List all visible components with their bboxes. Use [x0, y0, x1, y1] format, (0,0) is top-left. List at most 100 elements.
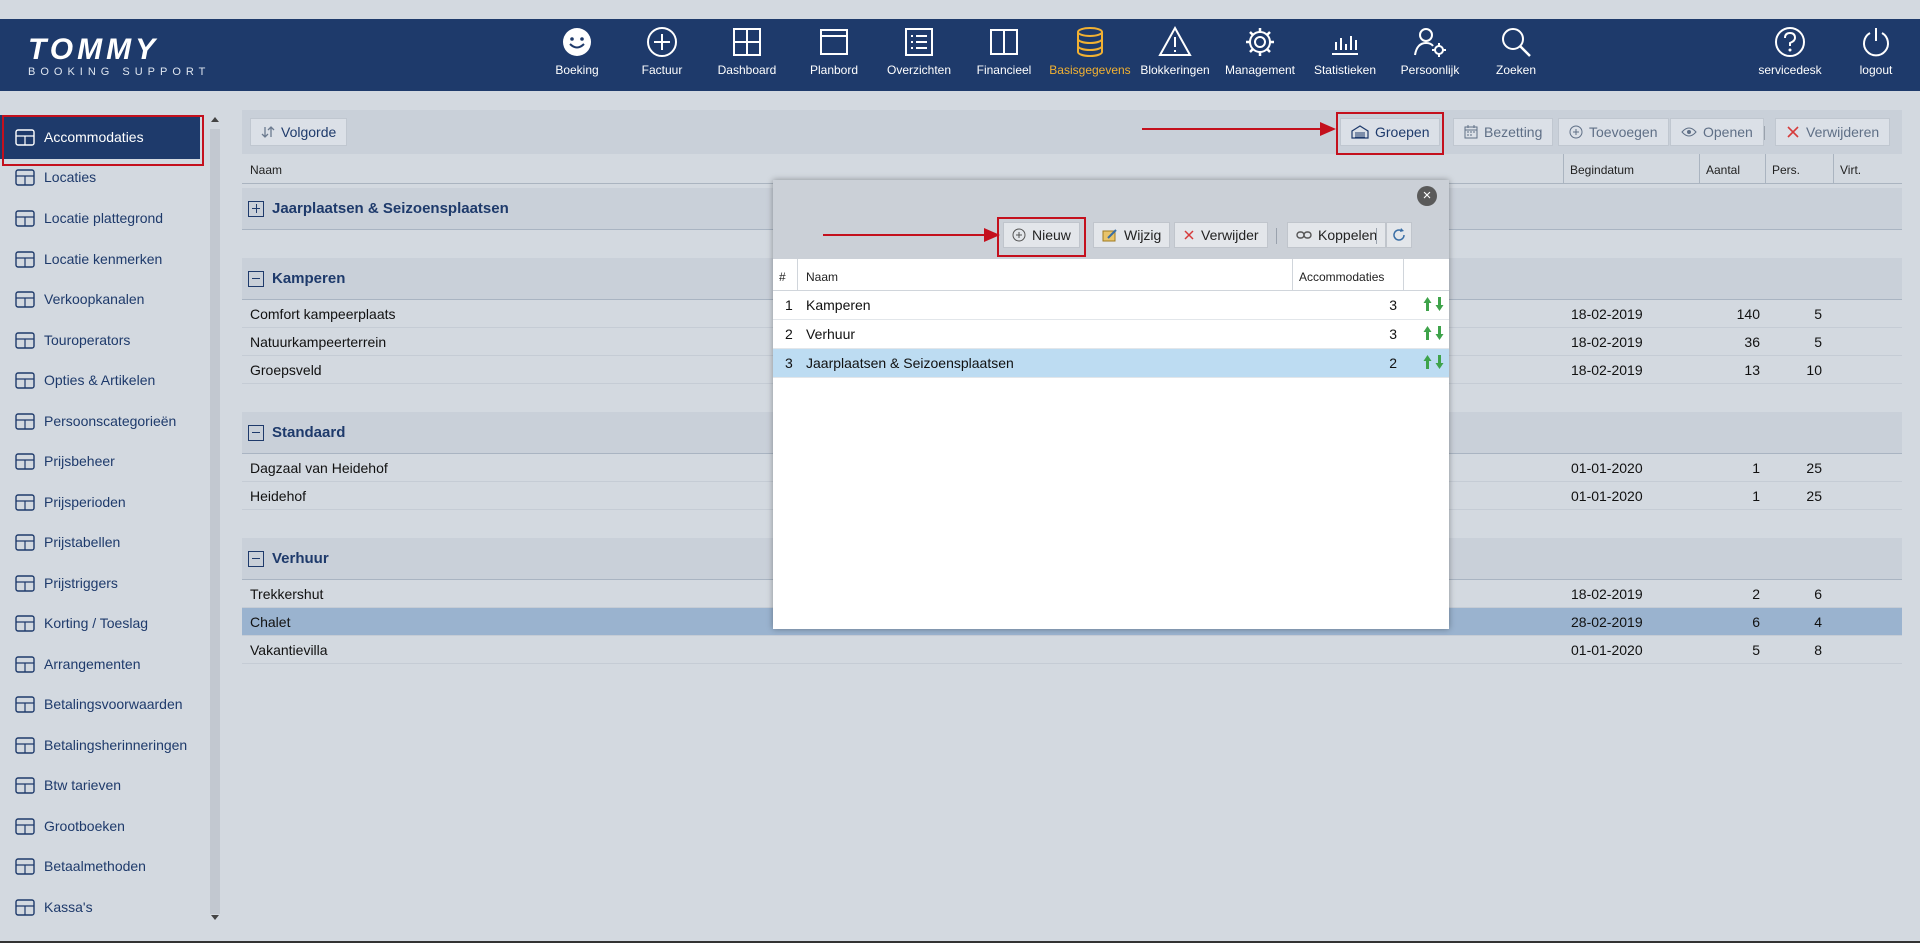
register-icon	[10, 896, 40, 918]
remove-button[interactable]: Verwijder	[1174, 222, 1268, 248]
groups-button[interactable]: Groepen	[1340, 118, 1441, 146]
sidebar-item-locatie-kenmerken[interactable]: Locatie kenmerken	[0, 239, 200, 279]
close-icon[interactable]: ×	[1417, 186, 1437, 206]
nav-boeking[interactable]: Boeking	[535, 19, 619, 91]
arrow-up-icon[interactable]	[1423, 354, 1432, 370]
location-info-icon	[10, 248, 40, 270]
sidebar-item-betalingsherinneringen[interactable]: Betalingsherinneringen	[0, 725, 200, 765]
logo[interactable]: TOMMY BOOKING SUPPORT	[28, 35, 210, 79]
sidebar-item-label: Prijsperioden	[44, 494, 126, 510]
edit-button[interactable]: Wijzig	[1093, 222, 1171, 248]
scroll-up-icon[interactable]	[208, 113, 222, 125]
col-separator	[797, 259, 798, 291]
nav-label: servicedesk	[1758, 63, 1822, 77]
nav-planbord[interactable]: Planbord	[792, 19, 876, 91]
groups-label: Groepen	[1375, 124, 1430, 140]
open-button[interactable]: Openen	[1670, 118, 1764, 146]
groups-dialog: × Nieuw Wijzig Verwijder Koppelen # Naam…	[773, 180, 1449, 629]
sidebar-item-locaties[interactable]: Locaties	[0, 157, 200, 197]
sidebar-item-prijstabellen[interactable]: Prijstabellen	[0, 522, 200, 562]
sidebar-item-locatie-plattegrond[interactable]: Locatie plattegrond	[0, 198, 200, 238]
smiley-icon	[535, 25, 619, 59]
board-icon	[792, 25, 876, 59]
nav-overzichten[interactable]: Overzichten	[877, 19, 961, 91]
sidebar-item-korting-toeslag[interactable]: Korting / Toeslag	[0, 603, 200, 643]
sidebar-item-label: Verkoopkanalen	[44, 291, 145, 307]
sidebar-scroll-thumb[interactable]	[210, 129, 220, 914]
arrow-down-icon[interactable]	[1435, 354, 1444, 370]
sort-button[interactable]: Volgorde	[250, 118, 348, 146]
refresh-button[interactable]	[1386, 222, 1412, 248]
arrow-up-icon[interactable]	[1423, 325, 1432, 341]
nav-blokkeringen[interactable]: Blokkeringen	[1133, 19, 1217, 91]
nav-financieel[interactable]: Financieel	[962, 19, 1046, 91]
occupancy-button[interactable]: Bezetting	[1453, 118, 1554, 146]
arrow-down-icon[interactable]	[1435, 296, 1444, 312]
nav-logout[interactable]: logout	[1834, 19, 1918, 91]
sidebar-item-verkoopkanalen[interactable]: Verkoopkanalen	[0, 279, 200, 319]
dialog-toolbar: × Nieuw Wijzig Verwijder Koppelen	[773, 180, 1449, 259]
nav-zoeken[interactable]: Zoeken	[1474, 19, 1558, 91]
sidebar-item-betalingsvoorwaarden[interactable]: Betalingsvoorwaarden	[0, 684, 200, 724]
dialog-row-selected[interactable]: 3 Jaarplaatsen & Seizoensplaatsen 2	[773, 349, 1449, 378]
sidebar-item-label: Opties & Artikelen	[44, 372, 156, 388]
sidebar-item-btw-tarieven[interactable]: Btw tarieven	[0, 765, 200, 805]
col-begindatum[interactable]: Begindatum	[1570, 163, 1634, 177]
row-name: Heidehof	[250, 488, 307, 504]
close-icon	[1787, 126, 1799, 138]
remove-label: Verwijder	[1201, 227, 1259, 243]
dialog-row[interactable]: 2 Verhuur 3	[773, 320, 1449, 349]
sidebar-item-opties-artikelen[interactable]: Opties & Artikelen	[0, 360, 200, 400]
sidebar-item-arrangementen[interactable]: Arrangementen	[0, 644, 200, 684]
col-pers[interactable]: Pers.	[1772, 163, 1800, 177]
collapse-icon[interactable]	[248, 424, 264, 441]
sidebar-item-prijsperioden[interactable]: Prijsperioden	[0, 482, 200, 522]
nav-persoonlijk[interactable]: Persoonlijk	[1388, 19, 1472, 91]
collapse-icon[interactable]	[248, 550, 264, 567]
plus-circle-icon	[1012, 228, 1026, 242]
col-aantal[interactable]: Aantal	[1706, 163, 1740, 177]
add-button[interactable]: Toevoegen	[1558, 118, 1669, 146]
sidebar-scrollbar[interactable]	[208, 111, 222, 925]
dialog-row[interactable]: 1 Kamperen 3	[773, 291, 1449, 320]
col-accommodaties[interactable]: Accommodaties	[1299, 270, 1384, 284]
col-number[interactable]: #	[779, 270, 786, 284]
nav-factuur[interactable]: Factuur	[620, 19, 704, 91]
collapse-icon[interactable]	[248, 270, 264, 287]
sidebar-item-touroperators[interactable]: Touroperators	[0, 320, 200, 360]
sidebar-item-prijsbeheer[interactable]: Prijsbeheer	[0, 441, 200, 481]
expand-icon[interactable]	[248, 200, 264, 217]
nav-label: logout	[1859, 63, 1893, 77]
nav-management[interactable]: Management	[1218, 19, 1302, 91]
col-virt[interactable]: Virt.	[1840, 163, 1861, 177]
table-row[interactable]: Vakantievilla 01-01-2020 5 8	[242, 636, 1902, 664]
col-naam[interactable]: Naam	[806, 270, 838, 284]
new-button[interactable]: Nieuw	[1003, 222, 1080, 248]
link-button[interactable]: Koppelen	[1287, 222, 1387, 248]
gift-icon	[10, 653, 40, 675]
arrow-down-icon[interactable]	[1435, 325, 1444, 341]
nav-servicedesk[interactable]: servicedesk	[1748, 19, 1832, 91]
arrow-up-icon[interactable]	[1423, 296, 1432, 312]
row-name: Verhuur	[806, 326, 856, 342]
nav-dashboard[interactable]: Dashboard	[705, 19, 789, 91]
nav-statistieken[interactable]: Statistieken	[1303, 19, 1387, 91]
nav-basisgegevens[interactable]: Basisgegevens	[1048, 19, 1132, 91]
group-name: Verhuur	[272, 550, 329, 567]
sidebar-item-grootboeken[interactable]: Grootboeken	[0, 806, 200, 846]
scroll-down-icon[interactable]	[208, 911, 222, 923]
group-name: Kamperen	[272, 270, 346, 287]
nav-label: Zoeken	[1495, 63, 1537, 77]
sidebar-item-kassa-s[interactable]: Kassa's	[0, 887, 200, 925]
delete-button[interactable]: Verwijderen	[1775, 118, 1891, 146]
sidebar-item-accommodaties[interactable]: Accommodaties	[0, 115, 200, 159]
occupancy-label: Bezetting	[1484, 124, 1543, 140]
building-tall-icon	[10, 774, 40, 796]
new-label: Nieuw	[1032, 227, 1071, 243]
col-naam[interactable]: Naam	[250, 163, 282, 177]
sidebar-item-betaalmethoden[interactable]: Betaalmethoden	[0, 846, 200, 886]
col-separator	[1563, 154, 1564, 184]
row-count: 36	[1744, 334, 1760, 350]
sidebar-item-persoonscategorie-n[interactable]: Persoonscategorieën	[0, 401, 200, 441]
sidebar-item-prijstriggers[interactable]: Prijstriggers	[0, 563, 200, 603]
